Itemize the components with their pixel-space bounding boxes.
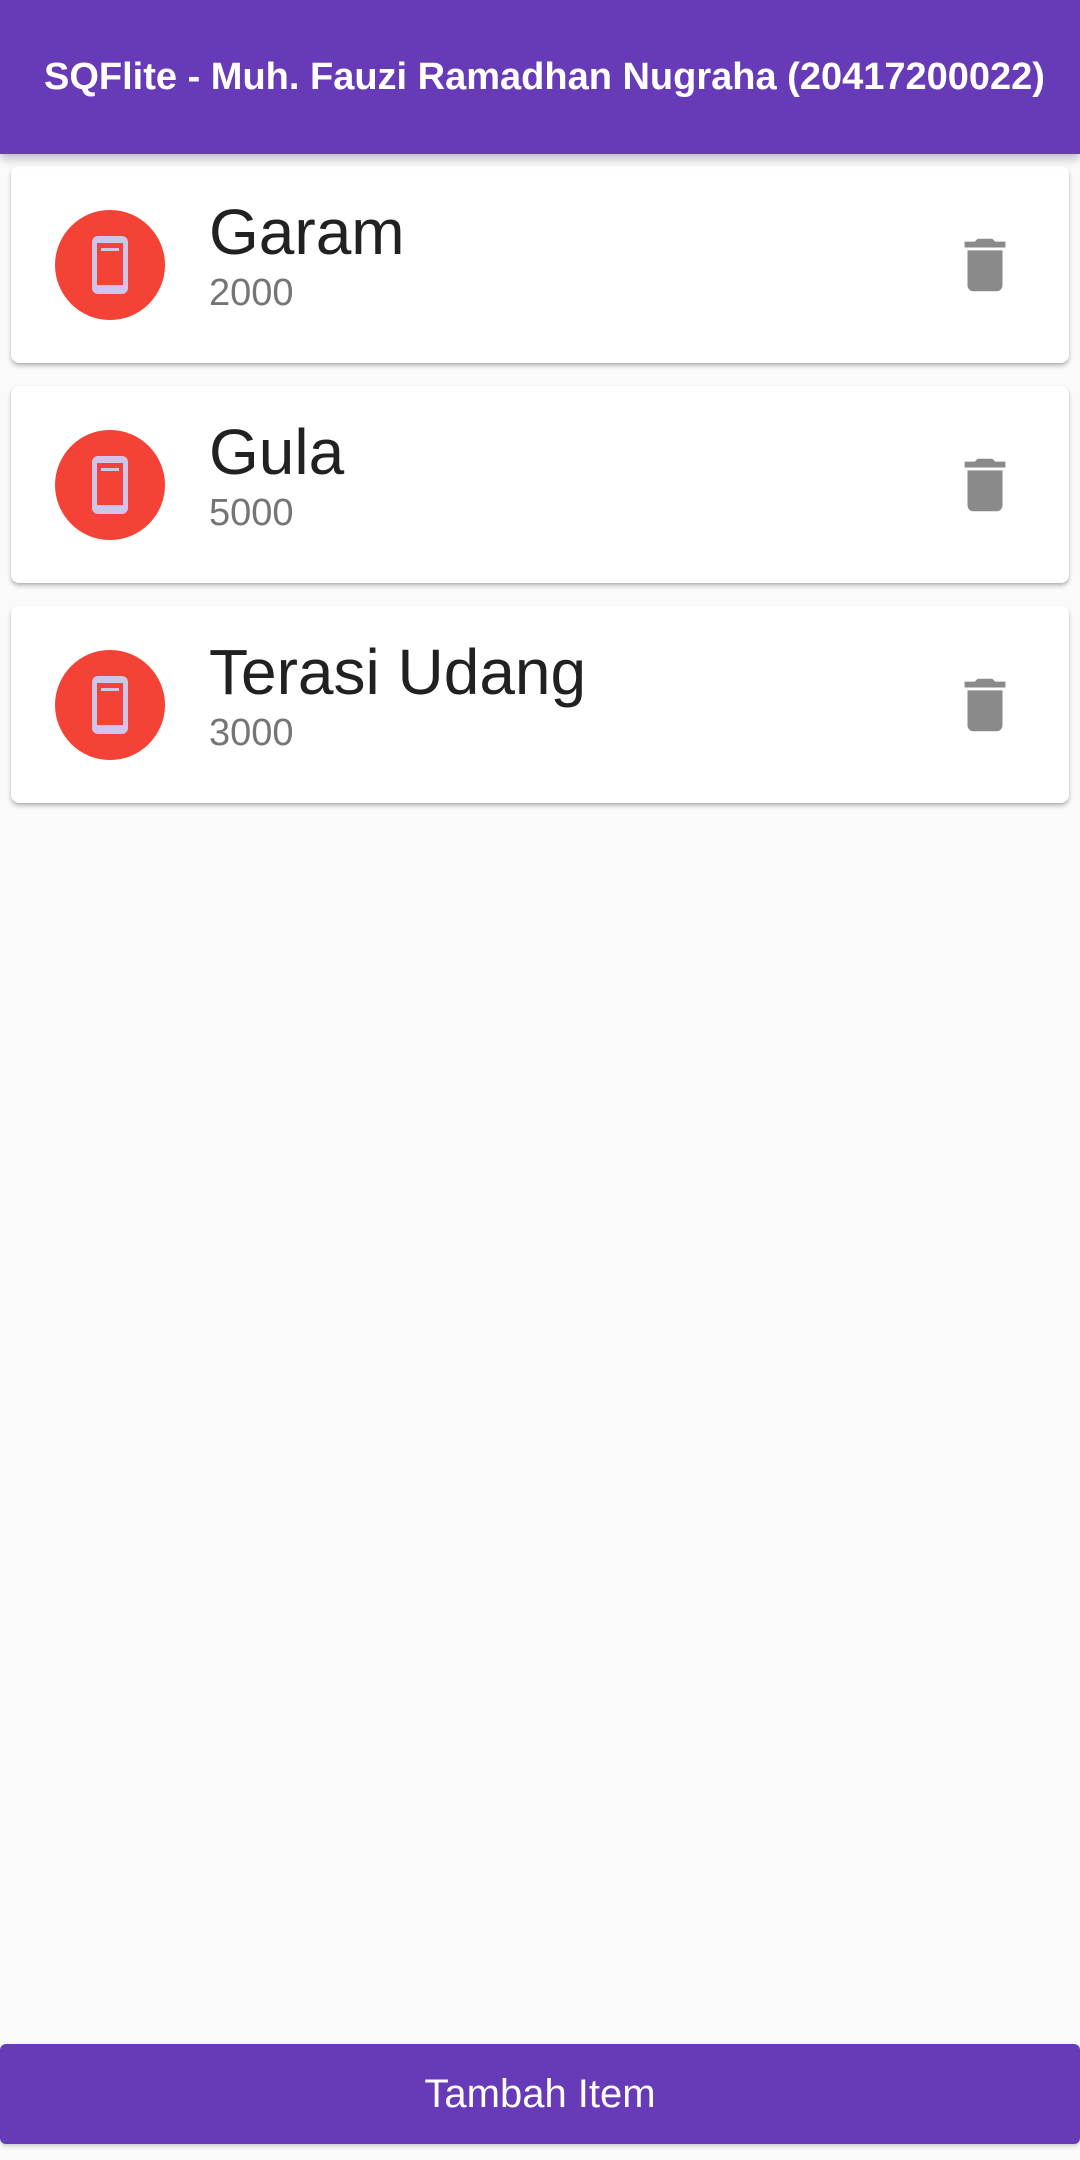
- delete-button[interactable]: [950, 450, 1020, 520]
- trash-icon: [964, 678, 1006, 732]
- item-name: Terasi Udang: [209, 636, 587, 708]
- item-name: Garam: [209, 196, 405, 268]
- app-bar: SQFlite - Muh. Fauzi Ramadhan Nugraha (2…: [0, 0, 1080, 154]
- phone-icon: [92, 236, 128, 294]
- delete-button[interactable]: [950, 670, 1020, 740]
- list-item[interactable]: Gula 5000: [11, 386, 1069, 583]
- phone-icon: [92, 676, 128, 734]
- avatar: [55, 430, 165, 540]
- avatar: [55, 650, 165, 760]
- list-item[interactable]: Terasi Udang 3000: [11, 606, 1069, 803]
- trash-icon: [964, 238, 1006, 292]
- item-name: Gula: [209, 416, 345, 488]
- avatar: [55, 210, 165, 320]
- phone-icon: [92, 456, 128, 514]
- delete-button[interactable]: [950, 230, 1020, 300]
- item-price: 5000: [209, 492, 294, 534]
- add-item-button[interactable]: Tambah Item: [0, 2044, 1080, 2144]
- item-price: 3000: [209, 712, 294, 754]
- list-item[interactable]: Garam 2000: [11, 166, 1069, 363]
- app-bar-title: SQFlite - Muh. Fauzi Ramadhan Nugraha (2…: [44, 56, 1045, 98]
- item-price: 2000: [209, 272, 294, 314]
- trash-icon: [964, 458, 1006, 512]
